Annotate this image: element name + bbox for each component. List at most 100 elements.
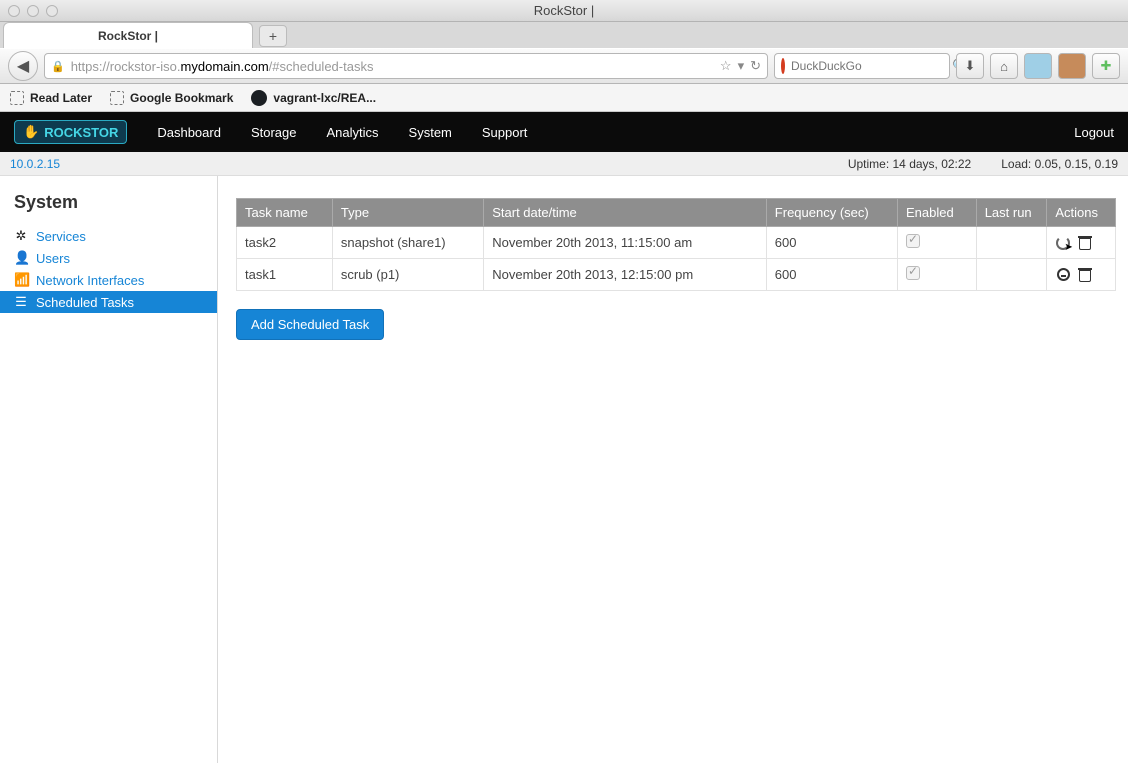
browser-tabstrip: RockStor | + — [0, 22, 1128, 48]
cell-frequency: 600 — [766, 259, 897, 291]
cell-start: November 20th 2013, 12:15:00 pm — [484, 259, 767, 291]
checkbox-enabled[interactable] — [906, 234, 920, 248]
disable-task-icon[interactable] — [1055, 267, 1071, 283]
bookmark-label: Read Later — [30, 91, 92, 105]
sidebar-item-label: Users — [36, 251, 70, 266]
bookmark-label: vagrant-lxc/REA... — [273, 91, 376, 105]
add-scheduled-task-button[interactable]: Add Scheduled Task — [236, 309, 384, 340]
table-row: task1 scrub (p1) November 20th 2013, 12:… — [237, 259, 1116, 291]
sidebar-item-network-interfaces[interactable]: 📶 Network Interfaces — [0, 269, 217, 291]
window-titlebar: RockStor | — [0, 0, 1128, 22]
col-actions: Actions — [1047, 199, 1116, 227]
nav-system[interactable]: System — [409, 125, 452, 140]
dropdown-icon[interactable]: ▾ — [738, 58, 745, 74]
tasks-table: Task name Type Start date/time Frequency… — [236, 198, 1116, 291]
cell-last-run — [976, 259, 1047, 291]
cell-actions: ➤ — [1047, 227, 1116, 259]
bookmark-read-later[interactable]: Read Later — [10, 91, 92, 105]
cell-task-name: task2 — [237, 227, 333, 259]
url-scheme: https:// — [71, 59, 110, 74]
main-area: System ✲ Services 👤 Users 📶 Network Inte… — [0, 176, 1128, 763]
home-button[interactable]: ⌂ — [990, 53, 1018, 79]
content: Task name Type Start date/time Frequency… — [218, 176, 1128, 763]
cell-type: scrub (p1) — [332, 259, 483, 291]
downloads-button[interactable]: ⬇ — [956, 53, 984, 79]
bars-icon: 📶 — [14, 272, 28, 288]
nav-storage[interactable]: Storage — [251, 125, 297, 140]
sidebar-item-services[interactable]: ✲ Services — [0, 225, 217, 247]
col-frequency: Frequency (sec) — [766, 199, 897, 227]
browser-toolbar: ◀ 🔒 https://rockstor-iso.mydomain.com/#s… — [0, 48, 1128, 84]
nav-dashboard[interactable]: Dashboard — [157, 125, 221, 140]
cell-last-run — [976, 227, 1047, 259]
user-icon: 👤 — [14, 250, 28, 266]
cell-type: snapshot (share1) — [332, 227, 483, 259]
app-navbar: ✋ ROCKSTOR Dashboard Storage Analytics S… — [0, 112, 1128, 152]
url-path: /#scheduled-tasks — [269, 59, 374, 74]
page-icon — [10, 91, 24, 105]
bookmark-star-icon[interactable]: ☆ — [720, 58, 732, 74]
addon-button-3[interactable]: ✚ — [1092, 53, 1120, 79]
reload-icon[interactable]: ↻ — [750, 58, 761, 74]
url-subdomain: rockstor-iso. — [110, 59, 181, 74]
cell-enabled — [897, 259, 976, 291]
nav-support[interactable]: Support — [482, 125, 528, 140]
list-icon: ☰ — [14, 294, 28, 310]
nav-analytics[interactable]: Analytics — [327, 125, 379, 140]
bookmarks-bar: Read Later Google Bookmark vagrant-lxc/R… — [0, 84, 1128, 112]
sidebar-item-label: Services — [36, 229, 86, 244]
table-row: task2 snapshot (share1) November 20th 20… — [237, 227, 1116, 259]
cell-enabled — [897, 227, 976, 259]
nav-logout[interactable]: Logout — [1074, 125, 1114, 140]
window-zoom-icon[interactable] — [46, 5, 58, 17]
browser-tab-active[interactable]: RockStor | — [3, 22, 253, 48]
browser-tab-title: RockStor | — [98, 29, 158, 43]
bookmark-vagrant-lxc[interactable]: vagrant-lxc/REA... — [251, 90, 376, 106]
col-enabled: Enabled — [897, 199, 976, 227]
delete-task-icon[interactable] — [1077, 235, 1093, 251]
duckduckgo-icon — [781, 58, 785, 74]
brand-logo[interactable]: ✋ ROCKSTOR — [14, 120, 127, 144]
sidebar-item-scheduled-tasks[interactable]: ☰ Scheduled Tasks — [0, 291, 217, 313]
cell-task-name: task1 — [237, 259, 333, 291]
addon-button-2[interactable] — [1058, 53, 1086, 79]
col-start: Start date/time — [484, 199, 767, 227]
window-minimize-icon[interactable] — [27, 5, 39, 17]
brand-text: ROCKSTOR — [44, 125, 118, 140]
table-header-row: Task name Type Start date/time Frequency… — [237, 199, 1116, 227]
rockstor-logo-icon: ✋ — [23, 124, 39, 140]
url-host: mydomain.com — [181, 59, 269, 74]
sidebar-item-users[interactable]: 👤 Users — [0, 247, 217, 269]
back-button[interactable]: ◀ — [8, 51, 38, 81]
url-bar[interactable]: 🔒 https://rockstor-iso.mydomain.com/#sch… — [44, 53, 768, 79]
cursor-icon: ➤ — [1064, 242, 1072, 253]
cell-actions — [1047, 259, 1116, 291]
sidebar-heading: System — [0, 192, 217, 225]
search-engine-box[interactable]: 🔍 — [774, 53, 950, 79]
addon-button-1[interactable] — [1024, 53, 1052, 79]
col-last-run: Last run — [976, 199, 1047, 227]
status-strip: 10.0.2.15 Uptime: 14 days, 02:22 Load: 0… — [0, 152, 1128, 176]
new-tab-button[interactable]: + — [259, 25, 287, 47]
lock-icon: 🔒 — [51, 60, 65, 73]
window-close-icon[interactable] — [8, 5, 20, 17]
cell-start: November 20th 2013, 11:15:00 am — [484, 227, 767, 259]
sidebar-item-label: Scheduled Tasks — [36, 295, 134, 310]
gear-icon: ✲ — [14, 228, 28, 244]
col-type: Type — [332, 199, 483, 227]
page-icon — [110, 91, 124, 105]
cell-frequency: 600 — [766, 227, 897, 259]
checkbox-enabled[interactable] — [906, 266, 920, 280]
url-text: https://rockstor-iso.mydomain.com/#sched… — [71, 59, 714, 74]
col-task-name: Task name — [237, 199, 333, 227]
run-task-icon[interactable]: ➤ — [1055, 235, 1071, 251]
load-text: Load: 0.05, 0.15, 0.19 — [1001, 157, 1118, 171]
bookmark-label: Google Bookmark — [130, 91, 233, 105]
bookmark-google-bookmark[interactable]: Google Bookmark — [110, 91, 233, 105]
github-icon — [251, 90, 267, 106]
delete-task-icon[interactable] — [1077, 267, 1093, 283]
sidebar-item-label: Network Interfaces — [36, 273, 144, 288]
search-input[interactable] — [791, 59, 946, 73]
ip-address[interactable]: 10.0.2.15 — [10, 157, 60, 171]
window-title: RockStor | — [0, 3, 1128, 18]
